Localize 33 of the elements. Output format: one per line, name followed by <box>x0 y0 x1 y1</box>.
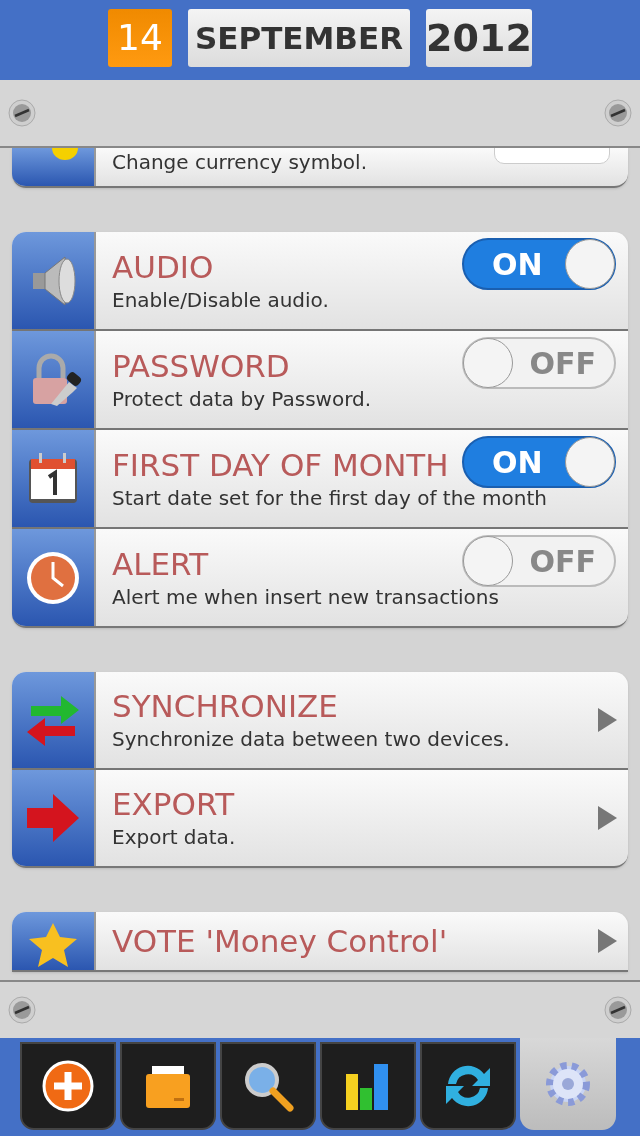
row-title: ALERT <box>112 544 209 583</box>
row-description: Export data. <box>112 824 236 851</box>
screw-icon <box>604 99 632 127</box>
chevron-icon <box>596 805 618 831</box>
toggle-switch[interactable]: OFF <box>462 337 616 389</box>
day-tile: 14 <box>108 9 172 67</box>
screw-icon <box>8 996 36 1024</box>
screw-icon <box>8 99 36 127</box>
tab[interactable] <box>120 1042 216 1130</box>
row-title: PASSWORD <box>112 346 290 385</box>
tab[interactable] <box>220 1042 316 1130</box>
month-tile: SEPTEMBER <box>188 9 410 67</box>
toggle-switch[interactable]: OFF <box>462 535 616 587</box>
tab[interactable] <box>20 1042 116 1130</box>
chevron-icon <box>596 707 618 733</box>
toggle-switch[interactable]: ON <box>462 436 616 488</box>
tab[interactable] <box>320 1042 416 1130</box>
row-title: SYNCHRONIZE <box>112 687 338 725</box>
screw-icon <box>604 996 632 1024</box>
row-title: AUDIO <box>112 247 214 286</box>
row-description: Synchronize data between two devices. <box>112 726 510 753</box>
add-icon <box>40 1058 96 1114</box>
row-description: Protect data by Password. <box>112 385 372 413</box>
row-title: EXPORT <box>112 785 235 823</box>
tab[interactable] <box>420 1042 516 1130</box>
row-title: FIRST DAY OF MONTH <box>112 445 449 484</box>
toggle-switch[interactable]: ON <box>462 238 616 290</box>
year-tile: 2012 <box>426 9 532 67</box>
row-description: Enable/Disable audio. <box>112 286 329 314</box>
row-description: Change currency symbol. <box>112 149 367 176</box>
coin-icon <box>52 148 78 160</box>
chevron-icon <box>596 928 618 954</box>
row-title: VOTE 'Money Control' <box>112 922 448 960</box>
